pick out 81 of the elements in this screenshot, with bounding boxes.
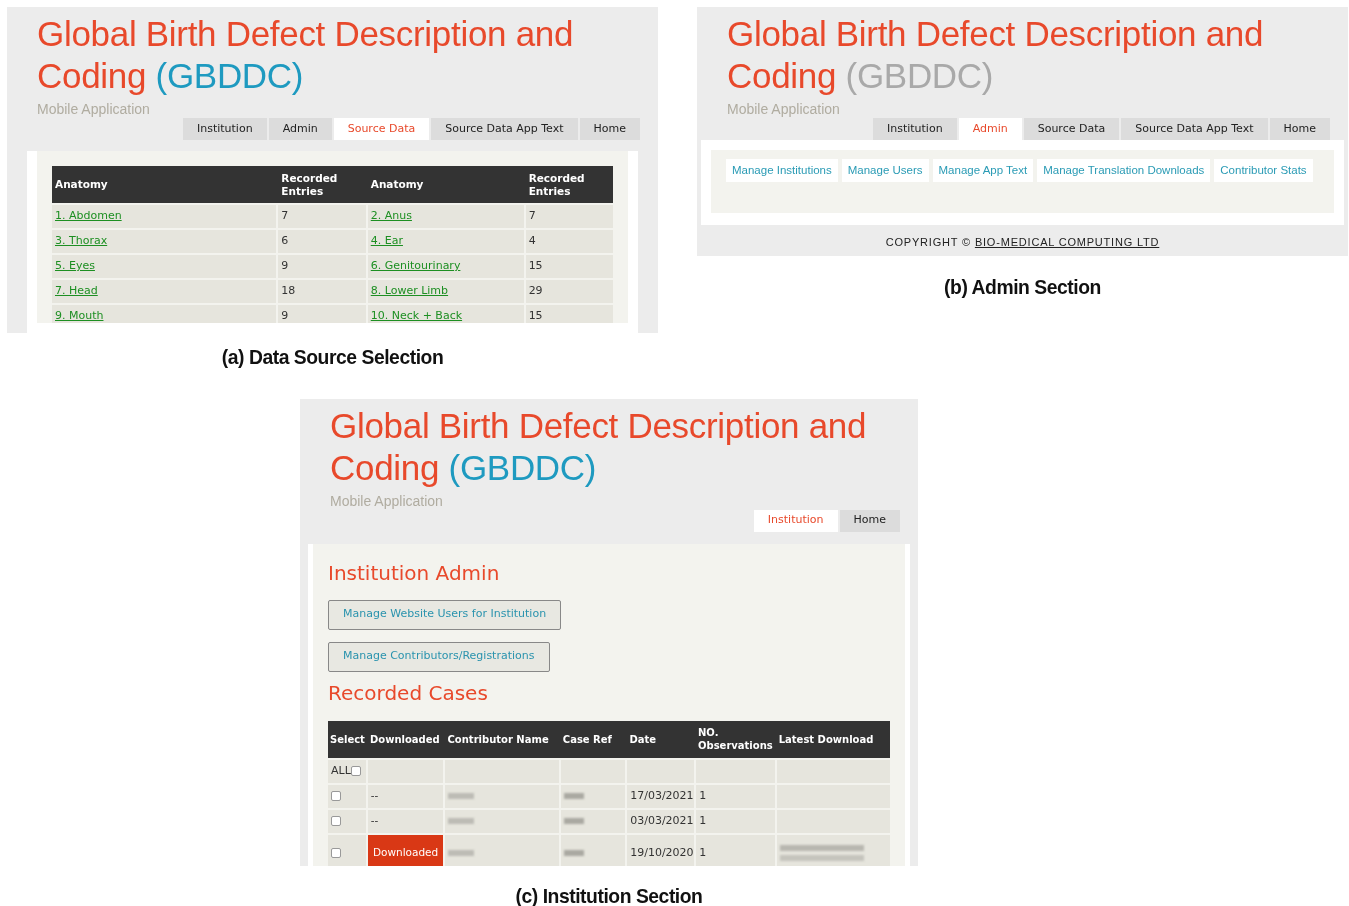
site-subtitle: Mobile Application xyxy=(37,100,151,119)
table-cell: 1 xyxy=(696,809,775,833)
checkbox[interactable] xyxy=(331,816,341,826)
table-cell xyxy=(560,759,626,783)
redacted-case-ref xyxy=(563,818,584,824)
nav-tab[interactable]: Source Data App Text xyxy=(1121,118,1268,140)
nav-tab[interactable]: Admin xyxy=(958,118,1022,140)
column-header: Select xyxy=(329,732,366,747)
download-status: -- xyxy=(367,809,444,833)
table-cell: 7 xyxy=(525,205,613,228)
nav-tab[interactable]: Institution xyxy=(182,118,267,140)
table-cell: 15 xyxy=(525,305,613,323)
column-header: Date xyxy=(628,732,658,747)
column-header: Recorded Entries xyxy=(527,170,586,199)
section-heading: Recorded Cases xyxy=(328,679,489,707)
column-header: Downloaded xyxy=(369,732,441,747)
nav-tab[interactable]: Source Data App Text xyxy=(431,118,578,140)
table-cell: 17/03/2021 xyxy=(627,784,695,808)
nav-tab[interactable]: Admin xyxy=(268,118,332,140)
site-subtitle: Mobile Application xyxy=(727,100,841,119)
table-cell: 9 xyxy=(278,305,366,323)
company-link[interactable]: BIO-MEDICAL COMPUTING LTD xyxy=(974,233,1160,251)
table-cell: 7 xyxy=(278,205,366,228)
column-header: Latest Download xyxy=(777,732,875,747)
table-cell xyxy=(627,759,695,783)
anatomy-link[interactable]: 3. Thorax xyxy=(55,233,108,250)
download-status: -- xyxy=(367,784,444,808)
table-cell: 4 xyxy=(525,230,613,253)
site-title: Global Birth Defect Description and Coding (GBDDC) xyxy=(727,13,1265,97)
table-cell: 29 xyxy=(525,280,613,303)
admin-link[interactable]: Manage Institutions xyxy=(726,159,838,182)
nav-tab[interactable]: Home xyxy=(1269,118,1330,140)
nav-tab[interactable]: Institution xyxy=(753,509,838,532)
site-title: Global Birth Defect Description and Coding (GBDDC) xyxy=(330,404,868,489)
table-cell: 15 xyxy=(525,255,613,278)
checkbox[interactable] xyxy=(350,766,361,776)
table-cell: 6 xyxy=(278,230,366,253)
redacted-name xyxy=(448,793,475,799)
nav-tab[interactable]: Source Data xyxy=(333,118,430,140)
section-heading: Institution Admin xyxy=(328,559,501,587)
column-header: Case Ref xyxy=(561,732,613,747)
site-subtitle: Mobile Application xyxy=(330,491,444,511)
anatomy-link[interactable]: 7. Head xyxy=(55,283,98,300)
table-cell: 18 xyxy=(278,280,366,303)
column-header: NO. Observations xyxy=(697,726,774,753)
figure-caption: (a) Data Source Selection xyxy=(220,344,445,370)
anatomy-link[interactable]: 5. Eyes xyxy=(55,258,95,275)
redacted-case-ref xyxy=(563,850,584,856)
checkbox[interactable] xyxy=(331,848,341,858)
checkbox[interactable] xyxy=(331,791,341,801)
admin-link[interactable]: Manage Translation Downloads xyxy=(1037,159,1211,182)
manage-button[interactable]: Manage Website Users for Institution xyxy=(328,599,562,630)
nav-tab[interactable]: Home xyxy=(839,509,900,532)
table-cell: 19/10/2020 xyxy=(627,834,695,866)
redacted-case-ref xyxy=(563,793,584,799)
column-header: Recorded Entries xyxy=(280,170,339,199)
site-title: Global Birth Defect Description and Coding (GBDDC) xyxy=(37,13,575,97)
download-status: Downloaded xyxy=(367,834,444,866)
manage-button[interactable]: Manage Contributors/Registrations xyxy=(328,641,550,672)
column-header: Anatomy xyxy=(369,177,425,192)
nav-tab[interactable]: Institution xyxy=(872,118,957,140)
admin-link[interactable]: Contributor Stats xyxy=(1214,159,1313,182)
table-cell: 9 xyxy=(278,255,366,278)
nav-tab[interactable]: Home xyxy=(579,118,640,140)
table-cell: 03/03/2021 xyxy=(627,809,695,833)
admin-link[interactable]: Manage Users xyxy=(841,159,929,182)
admin-link[interactable]: Manage App Text xyxy=(932,159,1034,182)
copyright-text: COPYRIGHT © xyxy=(885,234,971,250)
figure-caption: (c) Institution Section xyxy=(514,882,704,906)
redacted-name xyxy=(448,818,475,824)
anatomy-link[interactable]: 9. Mouth xyxy=(55,308,104,323)
select-all-label: ALL xyxy=(331,762,351,779)
redacted-name xyxy=(448,850,475,856)
table-cell: 1 xyxy=(696,784,775,808)
figure-caption: (b) Admin Section xyxy=(943,274,1102,300)
anatomy-link[interactable]: 2. Anus xyxy=(370,208,412,225)
anatomy-link[interactable]: 4. Ear xyxy=(370,233,403,250)
nav-tab[interactable]: Source Data xyxy=(1023,118,1120,140)
table-cell: 1 xyxy=(696,834,775,866)
column-header: Anatomy xyxy=(54,177,109,192)
column-header: Contributor Name xyxy=(446,732,550,747)
